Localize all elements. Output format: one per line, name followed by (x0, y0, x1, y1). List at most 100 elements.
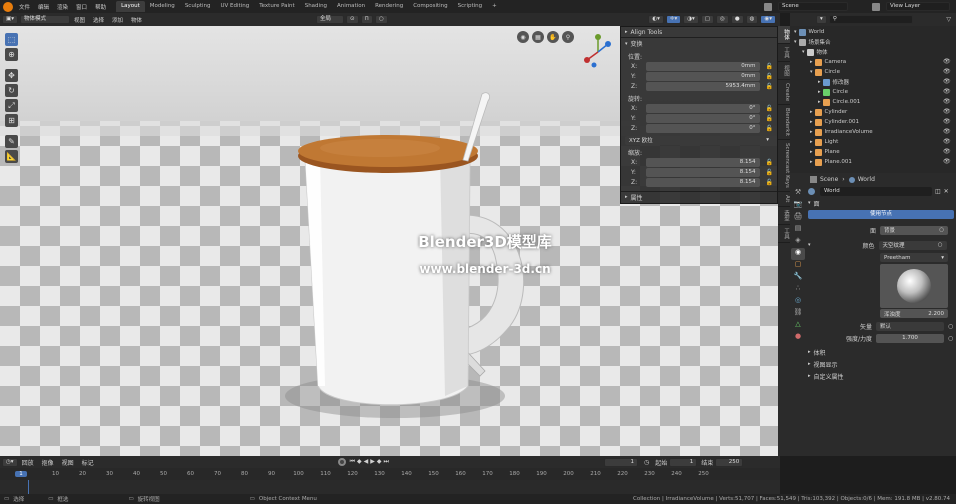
view-layer-icon[interactable] (872, 2, 880, 11)
view-layer-tab-icon[interactable]: ▤ (791, 224, 805, 236)
viewport-display-panel-header[interactable]: ▸ 视图显示 (808, 358, 954, 370)
mode-dropdown[interactable]: 物体模式 (19, 15, 70, 24)
lock-icon[interactable]: 🔓 (766, 73, 773, 80)
outliner-row[interactable]: ▸ Cylinder.001 👁 (790, 117, 956, 127)
timeline-menu-marker[interactable]: 标记 (78, 458, 98, 467)
tab-blenderkit[interactable]: Blenderkit (778, 105, 790, 141)
record-icon[interactable] (337, 458, 346, 466)
visibility-eye-icon[interactable]: 👁 (943, 58, 952, 65)
rotation-z-field[interactable]: 0° (646, 123, 760, 133)
outliner-row[interactable]: ▸ 修改器 👁 (790, 77, 956, 87)
lock-icon[interactable]: 🔓 (766, 105, 773, 112)
rotation-mode-dropdown[interactable]: XYZ 欧拉 ▾ (625, 135, 773, 145)
expand-arrow-icon[interactable]: ▸ (810, 119, 813, 125)
expand-arrow-icon[interactable]: ▸ (810, 109, 813, 115)
scale-y-field[interactable]: 8.154 (646, 167, 760, 177)
vector-socket-icon[interactable]: ○ (948, 323, 953, 330)
expand-arrow-icon[interactable]: ▸ (818, 99, 821, 105)
outliner-row[interactable]: ▾ 场景集合 (790, 37, 956, 47)
timeline-menu-view[interactable]: 视图 (58, 458, 78, 467)
tab-texture-paint[interactable]: Texture Paint (254, 1, 300, 12)
view-layer-selector[interactable]: View Layer (886, 2, 950, 11)
color-input-field[interactable]: 天空纹理 ○ (878, 240, 947, 250)
visibility-eye-icon[interactable]: 👁 (943, 88, 952, 95)
menu-add[interactable]: 添加 (108, 16, 127, 24)
lock-icon[interactable]: 🔓 (766, 169, 773, 176)
constraints-tab-icon[interactable]: ⛓ (791, 308, 805, 320)
transform-header[interactable]: ▾ 变换 (621, 38, 777, 49)
menu-help[interactable]: 帮助 (91, 3, 110, 11)
end-frame-field[interactable]: 250 (715, 457, 744, 467)
tab-sculpting[interactable]: Sculpting (180, 1, 216, 12)
visibility-eye-icon[interactable]: 👁 (943, 98, 952, 105)
menu-render[interactable]: 渲染 (53, 3, 72, 11)
scale-tool-icon[interactable]: ⤢ (5, 99, 18, 112)
outliner-row[interactable]: ▸ Circle.001 👁 (790, 97, 956, 107)
expand-arrow-icon[interactable]: ▸ (810, 139, 813, 145)
editor-type-button[interactable]: ▣▾ (2, 15, 18, 24)
visibility-eye-icon[interactable]: 👁 (943, 108, 952, 115)
outliner-row[interactable]: ▸ Cylinder 👁 (790, 107, 956, 117)
scale-x-field[interactable]: 8.154 (646, 157, 760, 167)
zoom-view-icon[interactable]: ⚲ (562, 31, 574, 43)
start-frame-field[interactable]: 1 (669, 457, 698, 467)
tab-modeling[interactable]: Modeling (145, 1, 180, 12)
expand-arrow-icon[interactable]: ▸ (818, 79, 821, 85)
tab-tools[interactable]: 工具 (778, 225, 790, 243)
measure-tool-icon[interactable]: 📐 (5, 150, 18, 163)
particles-tab-icon[interactable]: ∴ (791, 284, 805, 296)
expand-arrow-icon[interactable]: ▸ (810, 129, 813, 135)
visibility-eye-icon[interactable]: 👁 (943, 78, 952, 85)
visibility-eye-icon[interactable]: 👁 (943, 128, 952, 135)
rotation-y-field[interactable]: 0° (646, 113, 760, 123)
menu-file[interactable]: 文件 (15, 3, 34, 11)
timeline-editor-type[interactable]: ◷▾ (2, 457, 18, 467)
tab-compositing[interactable]: Compositing (408, 1, 452, 12)
outliner-row[interactable]: ▾ World (790, 27, 956, 37)
tab-scripting[interactable]: Scripting (453, 1, 487, 12)
lock-icon[interactable]: 🔓 (766, 179, 773, 186)
expand-arrow-icon[interactable]: ▸ (810, 159, 813, 165)
custom-properties-panel-header[interactable]: ▸ 自定义属性 (808, 370, 954, 382)
annotate-tool-icon[interactable]: ✎ (5, 135, 18, 148)
outliner-search-input[interactable]: ⚲ (828, 15, 913, 24)
tab-ait[interactable]: Ait (778, 192, 790, 207)
menu-object[interactable]: 物体 (127, 16, 146, 24)
play-reverse-icon[interactable]: ◀ (364, 458, 369, 466)
tab-item[interactable]: 物体 (778, 26, 790, 44)
material-tab-icon[interactable]: ● (791, 332, 805, 344)
expand-arrow-icon[interactable]: ▾ (794, 39, 797, 45)
expand-arrow-icon[interactable]: ▸ (810, 59, 813, 65)
lock-icon[interactable]: 🔓 (766, 63, 773, 70)
transform-tool-icon[interactable]: ⊞ (5, 114, 18, 127)
shading-solid-button[interactable]: ● (730, 15, 744, 24)
outliner-row[interactable]: ▸ Camera 👁 (790, 57, 956, 67)
vector-field[interactable]: 默认 (876, 321, 944, 331)
fake-user-icon[interactable]: ◫ (935, 188, 941, 195)
shading-wireframe-button[interactable]: ◎ (716, 15, 729, 24)
timeline-track-area[interactable] (0, 480, 780, 494)
tab-tool[interactable]: 工具 (778, 44, 790, 62)
perspective-toggle-icon[interactable]: ▦ (532, 31, 544, 43)
shading-material-button[interactable]: ◍ (745, 15, 759, 24)
camera-view-icon[interactable]: ◉ (517, 31, 529, 43)
xray-button[interactable]: ▢ (700, 15, 714, 24)
outliner-row[interactable]: ▸ Light 👁 (790, 137, 956, 147)
gizmo-button[interactable]: ✛▾ (665, 15, 682, 24)
render-tab-icon[interactable]: 📷 (791, 200, 805, 212)
visibility-eye-icon[interactable]: 👁 (943, 68, 952, 75)
turbidity-field[interactable]: 浑浊度 2.200 (880, 309, 948, 318)
timeline-menu-playback[interactable]: 回放 (18, 458, 38, 467)
prev-key-icon[interactable]: ◆ (357, 458, 362, 466)
object-tab-icon[interactable]: ▢ (791, 260, 805, 272)
lock-icon[interactable]: 🔓 (766, 115, 773, 122)
jump-start-icon[interactable]: ⏮ (350, 458, 355, 466)
expand-arrow-icon[interactable]: ▸ (818, 89, 821, 95)
tab-modeling[interactable]: 造型 (778, 207, 790, 225)
timeline-menu-keying[interactable]: 抠像 (38, 458, 58, 467)
tab-shading[interactable]: Shading (300, 1, 332, 12)
strength-field[interactable]: 1.700 (876, 333, 944, 343)
pivot-button[interactable]: ⊙ (346, 15, 359, 24)
outliner-row[interactable]: ▾ Circle 👁 (790, 67, 956, 77)
output-tab-icon[interactable]: 🖨 (791, 212, 805, 224)
